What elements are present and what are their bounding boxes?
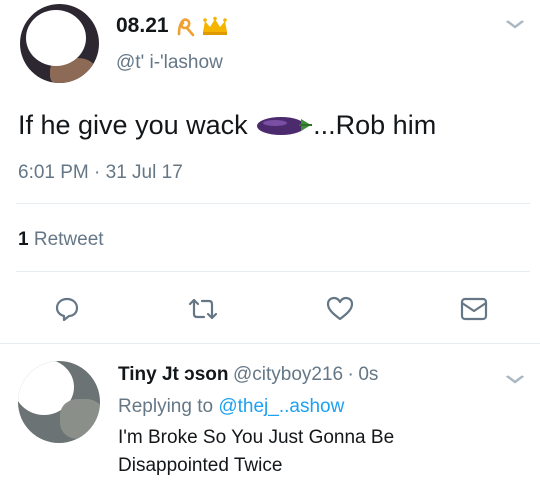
retweet-button[interactable]	[187, 296, 219, 322]
divider	[16, 203, 530, 204]
tweet-text-main: If he give you wack	[18, 110, 248, 140]
crown-icon	[202, 16, 227, 35]
reply-header[interactable]: Tiny Jt ɔson @cityboy216 · 0s	[118, 364, 378, 386]
divider	[16, 271, 530, 272]
reply-display-name[interactable]: Tiny Jt ɔson	[118, 364, 229, 385]
tweet-timestamp[interactable]: 6:01 PM · 31 Jul 17	[18, 162, 183, 184]
replying-to-prefix: Replying to	[118, 396, 214, 417]
tweet-text-suffix: ...Rob him	[313, 110, 437, 140]
chevron-down-icon[interactable]	[505, 371, 525, 387]
like-icon	[326, 296, 354, 321]
author-display-name[interactable]: 08.21	[116, 14, 169, 38]
reply-text-line-1: I'm Broke So You Just Gonna Be	[118, 427, 395, 448]
reply-avatar[interactable]	[18, 361, 100, 443]
retweet-icon	[188, 298, 218, 320]
reply-handle[interactable]: @cityboy216	[233, 364, 343, 385]
message-icon	[460, 297, 488, 321]
section-divider	[0, 343, 540, 344]
ribbon-icon	[177, 18, 194, 37]
reply-text: I'm Broke So You Just Gonna Be Disappoin…	[118, 424, 394, 480]
tweet-text: If he give you wack ...Rob him	[18, 110, 436, 141]
author-handle[interactable]: @t' i-'lashow	[116, 52, 223, 74]
reply-icon	[55, 297, 79, 322]
direct-message-button[interactable]	[460, 297, 488, 321]
eggplant-icon	[257, 117, 313, 135]
author-avatar[interactable]	[20, 4, 99, 83]
reply-button[interactable]	[54, 296, 80, 322]
replying-to: Replying to @thej_..ashow	[118, 396, 344, 418]
retweet-count: 1	[18, 229, 29, 250]
like-button[interactable]	[326, 296, 354, 322]
reply-separator: ·	[347, 364, 354, 385]
chevron-down-icon[interactable]	[505, 16, 525, 32]
author-name-row[interactable]: 08.21	[116, 14, 229, 38]
retweet-label: Retweet	[33, 229, 104, 250]
reply-time[interactable]: 0s	[358, 364, 378, 385]
replying-to-handle[interactable]: @thej_..ashow	[218, 396, 344, 417]
reply-text-line-2: Disappointed Twice	[118, 455, 283, 476]
retweet-stats[interactable]: 1 Retweet	[18, 229, 104, 251]
